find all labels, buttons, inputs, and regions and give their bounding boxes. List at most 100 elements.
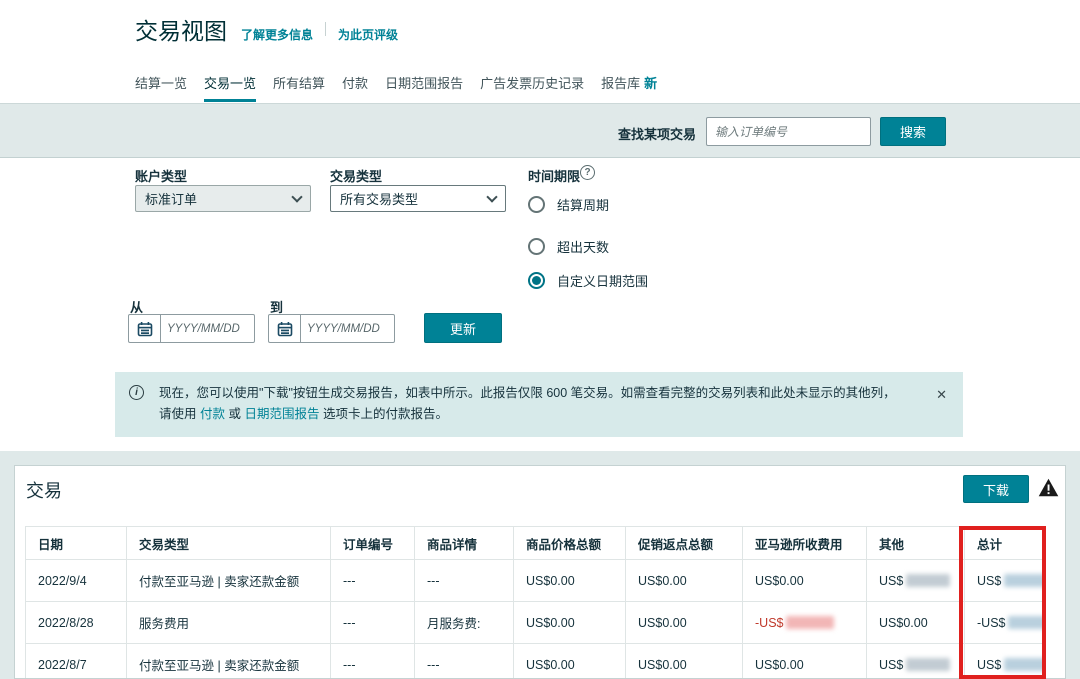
col-product-charges: 商品价格总额 [514, 527, 626, 560]
cell-product-details: --- [415, 644, 514, 679]
date-from-field [128, 314, 255, 343]
order-id-search-input[interactable] [706, 117, 871, 146]
page-title: 交易视图 [135, 12, 227, 46]
notice-line2-pre: 请使用 [159, 407, 200, 421]
col-product-details: 商品详情 [415, 527, 514, 560]
tab-settlements-overview[interactable]: 结算一览 [135, 73, 187, 102]
account-type-select[interactable]: 标准订单 [135, 185, 311, 212]
calendar-icon[interactable] [269, 315, 301, 342]
date-from-input[interactable] [161, 315, 253, 342]
transaction-type-label: 交易类型 [330, 166, 382, 185]
date-to-input[interactable] [301, 315, 393, 342]
cell-total: US$ [965, 644, 1045, 679]
redacted-value [906, 574, 950, 587]
cell-product-charges: US$0.00 [514, 644, 626, 679]
tab-ad-invoice-history[interactable]: 广告发票历史记录 [480, 73, 584, 102]
radio-days-exceeded[interactable]: 超出天数 [528, 237, 609, 256]
redacted-value [1008, 616, 1044, 629]
nav-tabs: 结算一览 交易一览 所有结算 付款 日期范围报告 广告发票历史记录 报告库新 [135, 73, 657, 102]
radio-custom-date-range[interactable]: 自定义日期范围 [528, 271, 648, 290]
cell-amazon-fees: -US$ [743, 602, 867, 644]
col-other: 其他 [867, 527, 965, 560]
cell-type: 付款至亚马逊 | 卖家还款金额 [127, 560, 331, 602]
page-header: 交易视图 了解更多信息 为此页评级 [135, 12, 398, 46]
transactions-table: 日期 交易类型 订单编号 商品详情 商品价格总额 促销返点总额 亚马逊所收费用 … [25, 526, 1045, 679]
time-period-label: 时间期限 [528, 166, 580, 185]
table-row: 2022/8/7 付款至亚马逊 | 卖家还款金额 --- --- US$0.00… [26, 644, 1045, 679]
tab-transactions-overview[interactable]: 交易一览 [204, 73, 256, 102]
calendar-icon[interactable] [129, 315, 161, 342]
table-row: 2022/8/28 服务费用 --- 月服务费: US$0.00 US$0.00… [26, 602, 1045, 644]
account-type-label: 账户类型 [135, 166, 187, 185]
tab-date-range-reports[interactable]: 日期范围报告 [385, 73, 463, 102]
cell-total: US$ [965, 560, 1045, 602]
tab-report-library[interactable]: 报告库新 [601, 73, 657, 102]
divider [325, 22, 326, 36]
cell-product-charges: US$0.00 [514, 602, 626, 644]
radio-icon [528, 238, 545, 255]
new-badge: 新 [644, 76, 657, 91]
transactions-title: 交易 [26, 477, 62, 503]
search-button[interactable]: 搜索 [880, 117, 946, 146]
tab-all-settlements[interactable]: 所有结算 [273, 73, 325, 102]
learn-more-link[interactable]: 了解更多信息 [241, 26, 313, 43]
col-promo-rebates: 促销返点总额 [626, 527, 743, 560]
cell-amazon-fees: US$0.00 [743, 644, 867, 679]
transactions-card: 交易 下载 日期 交易类型 订单编号 商品详情 商品价格总额 促销返点总额 亚马… [14, 465, 1066, 679]
close-icon[interactable]: ✕ [936, 384, 947, 405]
tab-payments[interactable]: 付款 [342, 73, 368, 102]
download-notice-banner: i 现在，您可以使用"下载"按钮生成交易报告，如表中所示。此报告仅限 600 笔… [115, 372, 963, 437]
cell-promo-rebates: US$0.00 [626, 602, 743, 644]
cell-promo-rebates: US$0.00 [626, 560, 743, 602]
cell-other: US$ [867, 644, 965, 679]
update-button[interactable]: 更新 [424, 313, 502, 343]
cell-other: US$0.00 [867, 602, 965, 644]
col-date: 日期 [26, 527, 127, 560]
cell-type: 服务费用 [127, 602, 331, 644]
chevron-down-icon [486, 191, 497, 202]
date-range-report-link[interactable]: 日期范围报告 [244, 407, 319, 421]
redacted-value [1004, 658, 1044, 671]
cell-date: 2022/8/28 [26, 602, 127, 644]
help-icon[interactable]: ? [580, 165, 595, 180]
date-to-field [268, 314, 395, 343]
cell-order-id: --- [331, 560, 415, 602]
redacted-value [1004, 574, 1044, 587]
cell-order-id: --- [331, 602, 415, 644]
col-total: 总计 [965, 527, 1045, 560]
redacted-value [906, 658, 950, 671]
cell-date: 2022/9/4 [26, 560, 127, 602]
cell-total: -US$ [965, 602, 1045, 644]
cell-product-details: 月服务费: [415, 602, 514, 644]
radio-settlement-period[interactable]: 结算周期 [528, 195, 609, 214]
cell-type: 付款至亚马逊 | 卖家还款金额 [127, 644, 331, 679]
notice-line1: 现在，您可以使用"下载"按钮生成交易报告，如表中所示。此报告仅限 600 笔交易… [159, 386, 896, 400]
notice-line2-post: 选项卡上的付款报告。 [319, 407, 447, 421]
cell-other: US$ [867, 560, 965, 602]
cell-promo-rebates: US$0.00 [626, 644, 743, 679]
radio-icon [528, 196, 545, 213]
cell-order-id: --- [331, 644, 415, 679]
table-header-row: 日期 交易类型 订单编号 商品详情 商品价格总额 促销返点总额 亚马逊所收费用 … [26, 527, 1045, 560]
col-amazon-fees: 亚马逊所收费用 [743, 527, 867, 560]
rate-page-link[interactable]: 为此页评级 [338, 26, 398, 43]
cell-date: 2022/8/7 [26, 644, 127, 679]
info-icon: i [129, 385, 144, 400]
transaction-type-value: 所有交易类型 [340, 189, 418, 208]
notice-line2-mid: 或 [225, 407, 244, 421]
warning-icon[interactable] [1038, 478, 1059, 502]
search-label: 查找某项交易 [0, 124, 696, 143]
transaction-view-page: 交易视图 了解更多信息 为此页评级 结算一览 交易一览 所有结算 付款 日期范围… [0, 0, 1080, 679]
download-button[interactable]: 下载 [963, 475, 1029, 503]
cell-amazon-fees: US$0.00 [743, 560, 867, 602]
payments-link[interactable]: 付款 [200, 407, 225, 421]
chevron-down-icon [291, 191, 302, 202]
col-transaction-type: 交易类型 [127, 527, 331, 560]
cell-product-charges: US$0.00 [514, 560, 626, 602]
transaction-type-select[interactable]: 所有交易类型 [330, 185, 506, 212]
cell-product-details: --- [415, 560, 514, 602]
radio-selected-icon [528, 272, 545, 289]
col-order-id: 订单编号 [331, 527, 415, 560]
account-type-value: 标准订单 [145, 189, 197, 208]
table-row: 2022/9/4 付款至亚马逊 | 卖家还款金额 --- --- US$0.00… [26, 560, 1045, 602]
